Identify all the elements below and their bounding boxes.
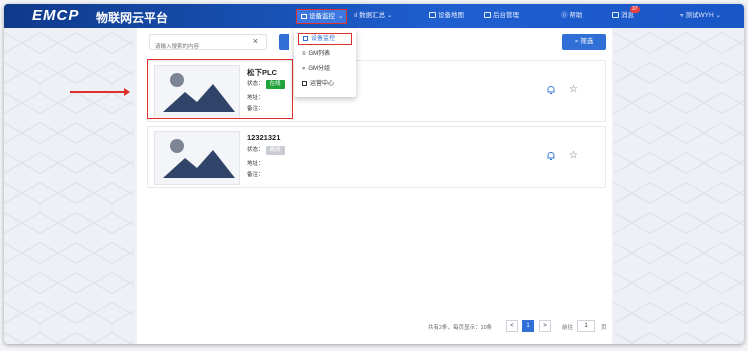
monitor-icon [301, 13, 307, 19]
chart-icon: ıl [354, 12, 358, 19]
app-window: EMCP 物联网云平台 设备监控 ⌄ ıl 数据汇总 ⌄ 设备地图 后台管理 ⓪ … [4, 4, 744, 344]
list-icon: ≡ [302, 51, 306, 57]
shield-icon [484, 12, 491, 19]
operation-icon [302, 80, 307, 86]
page-1-button[interactable]: 1 [522, 320, 534, 332]
platform-title: 物联网云平台 [96, 11, 169, 25]
message-icon [612, 12, 619, 19]
monitor-icon [303, 35, 308, 41]
nav-device-map[interactable]: 设备地图 [429, 4, 464, 28]
search-input[interactable] [150, 40, 230, 54]
search-button[interactable] [279, 34, 289, 50]
nav-device-monitor[interactable]: 设备监控 ⌄ [296, 9, 347, 24]
nav-user[interactable]: ⫧ 测试WYH ⌄ [680, 4, 721, 28]
device-name: 12321321 [247, 133, 281, 142]
menu-item-gm-list[interactable]: ≡ GM列表 [298, 48, 352, 60]
nav-backend[interactable]: 后台管理 [484, 4, 519, 28]
annotation-arrow-head [124, 88, 130, 96]
nav-data-summary[interactable]: ıl 数据汇总 ⌄ [354, 4, 392, 28]
image-placeholder-icon [163, 139, 235, 178]
menu-item-operation-center[interactable]: 运营中心 [298, 78, 352, 90]
filter-button[interactable]: ⌕ 筛选 [562, 34, 606, 50]
status-badge: 离线 [265, 146, 285, 155]
search-box: × [149, 34, 267, 54]
bell-icon[interactable] [546, 85, 556, 95]
goto-page-input[interactable]: 1 [577, 320, 595, 332]
top-navbar: EMCP 物联网云平台 设备监控 ⌄ ıl 数据汇总 ⌄ 设备地图 后台管理 ⓪ … [4, 4, 744, 28]
chevron-down-icon: ⌄ [338, 13, 344, 20]
device-image-placeholder [154, 131, 240, 185]
menu-item-device-monitor[interactable]: 设备监控 [298, 33, 352, 45]
background-pattern-left [4, 28, 134, 344]
bell-icon[interactable] [546, 151, 556, 161]
user-org-icon: ⫧ [680, 12, 684, 19]
search-icon: ⌕ [574, 38, 579, 45]
annotation-highlight-box [147, 59, 293, 119]
goto-label: 前往 [562, 325, 574, 331]
location-icon [429, 12, 436, 19]
menu-item-gm-group[interactable]: ⫧ GM分组 [298, 63, 352, 75]
nav-help[interactable]: ⓪ 帮助 [561, 4, 582, 28]
pagination-summary: 共有2条，每页显示：10条 [428, 325, 493, 331]
device-monitor-dropdown: 设备监控 ≡ GM列表 ⫧ GM分组 运营中心 [294, 29, 356, 97]
message-count-badge: 37 [630, 6, 640, 13]
device-status-row: 状态： 离线 [247, 145, 285, 155]
clear-icon[interactable]: × [253, 36, 258, 46]
help-icon: ⓪ [561, 12, 568, 19]
device-note-row: 备注： [247, 172, 264, 178]
annotation-arrow [70, 91, 126, 93]
emcp-logo: EMCP [32, 7, 80, 24]
group-icon: ⫧ [302, 66, 306, 72]
star-icon[interactable]: ☆ [569, 151, 579, 161]
page-suffix: 页 [601, 325, 607, 331]
background-pattern-right [614, 28, 744, 344]
chevron-down-icon: ⌄ [386, 12, 393, 19]
star-icon[interactable]: ☆ [569, 85, 579, 95]
device-address-row: 地址： [247, 161, 264, 167]
device-card[interactable]: 12321321 状态： 离线 地址： 备注： ☆ [147, 126, 606, 188]
next-page-button[interactable]: > [539, 320, 551, 332]
prev-page-button[interactable]: < [506, 320, 518, 332]
chevron-down-icon: ⌄ [715, 12, 721, 19]
